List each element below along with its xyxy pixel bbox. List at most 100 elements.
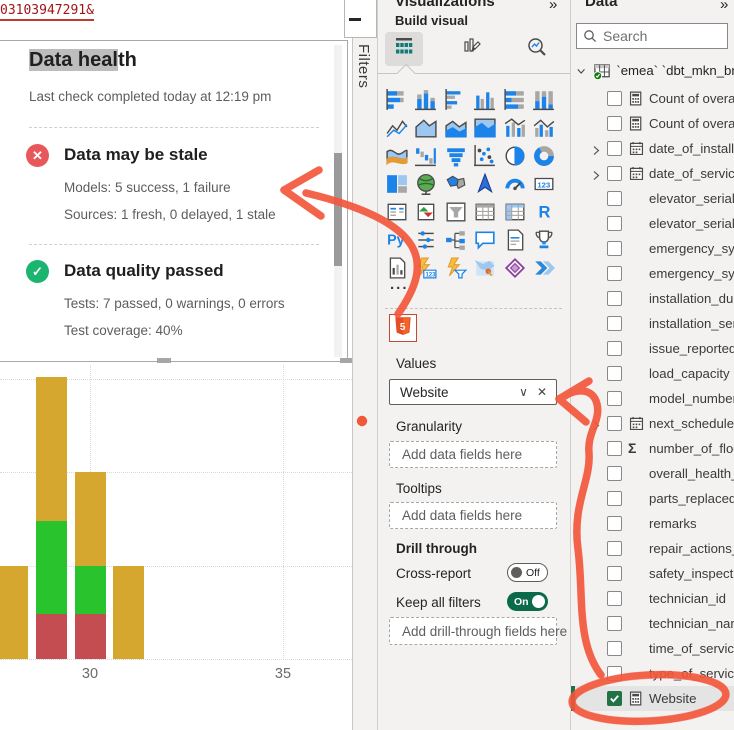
search-box[interactable] [576,23,728,49]
field-row-technician-name[interactable]: technician_name [570,611,734,636]
visual-icon-100-stacked-bar-chart[interactable] [503,89,527,111]
visual-icon-matrix[interactable] [503,201,527,223]
field-checkbox[interactable] [607,166,622,181]
visual-icon-waterfall-chart[interactable] [414,145,438,167]
visual-icon-area-chart[interactable] [414,117,438,139]
field-row-overall-health-c[interactable]: overall_health_c.. [570,461,734,486]
tree-root-row[interactable]: `emea` `dbt_mkn_bron.. [570,58,734,83]
field-row-next-scheduled[interactable]: next_scheduled.. [570,411,734,436]
field-checkbox[interactable] [607,141,622,156]
field-checkbox[interactable] [607,341,622,356]
chevron-down-icon[interactable]: ∨ [519,385,528,399]
visual-icon-azure-map[interactable] [473,173,497,195]
visual-icon-ribbon-chart[interactable] [385,145,409,167]
tooltips-field-well[interactable]: Add data fields here [389,502,557,529]
visual-icon-line-stacked-column-combo[interactable] [503,117,527,139]
field-checkbox[interactable] [607,366,622,381]
bar-segment-top-gold[interactable] [36,377,67,521]
field-checkbox[interactable] [607,516,622,531]
field-row-safety-inspectio[interactable]: safety_inspectio.. [570,561,734,586]
visual-icon-line-chart[interactable] [385,117,409,139]
visual-icon-100-stacked-area-chart[interactable] [473,117,497,139]
visual-icon-line-clustered-column-combo[interactable] [532,117,556,139]
field-row-remarks[interactable]: remarks [570,511,734,536]
field-row-website[interactable]: Website [570,686,734,711]
visual-icon-donut-chart[interactable] [532,145,556,167]
visual-icon-map[interactable] [414,173,438,195]
field-row-elevator-serial[interactable]: elevator_serial_.. [570,186,734,211]
field-row-date-of-service[interactable]: date_of_service [570,161,734,186]
visual-icon-treemap[interactable] [385,173,409,195]
field-row-time-of-service[interactable]: time_of_service [570,636,734,661]
field-row-emergency-syst[interactable]: emergency_syst.. [570,261,734,286]
visual-icon-r-script-visual[interactable]: R [532,201,556,223]
bar-segment-bottom-red[interactable] [36,614,67,659]
bar-segment-middle-green[interactable] [36,521,67,615]
visual-icon-quick-measure-123[interactable]: 123 [414,257,438,279]
bar-segment-top-gold[interactable] [75,472,106,566]
field-checkbox[interactable] [607,416,622,431]
visual-icon-scatter-chart[interactable] [473,145,497,167]
visual-icon-power-automate[interactable] [532,257,556,279]
visual-icon-power-apps[interactable] [503,257,527,279]
field-checkbox[interactable] [607,466,622,481]
field-row-type-of-service[interactable]: type_of_service [570,661,734,686]
visual-icon-metrics[interactable] [532,229,556,251]
field-checkbox[interactable] [607,191,622,206]
bar-segment-top-gold[interactable] [113,566,144,660]
field-checkbox[interactable] [607,116,622,131]
visual-icon-multi-row-card[interactable] [385,201,409,223]
field-checkbox[interactable] [607,266,622,281]
visual-icon-pie-chart[interactable] [503,145,527,167]
field-checkbox[interactable] [607,241,622,256]
field-row-count-of-overal[interactable]: Count of overal.. [570,111,734,136]
values-field-pill[interactable]: Website ∨ ✕ [389,379,557,405]
field-row-installation-dur[interactable]: installation_dur.. [570,286,734,311]
visual-icon-q-and-a[interactable] [473,229,497,251]
chevron-right-icon[interactable] [592,168,600,186]
cross-report-toggle[interactable]: Off [507,563,548,582]
field-checkbox[interactable] [607,441,622,456]
chevron-right-icon[interactable] [592,143,600,161]
stacked-column-chart-visual[interactable]: 3035 [0,365,352,705]
visual-icon-card[interactable]: 123 [532,173,556,195]
chevron-right-icon[interactable] [592,418,600,436]
granularity-field-well[interactable]: Add data fields here [389,441,557,468]
collapse-pane-icon[interactable]: » [720,0,728,13]
visual-icon-filled-map[interactable] [444,173,468,195]
field-checkbox[interactable] [607,641,622,656]
visual-icon-smart-narrative[interactable] [503,229,527,251]
visual-icon-clustered-bar-chart[interactable] [444,89,468,111]
visual-resize-handle[interactable] [157,358,171,363]
field-checkbox[interactable] [607,391,622,406]
field-row-number-of-floo[interactable]: Σnumber_of_floo.. [570,436,734,461]
field-row-parts-replaced[interactable]: parts_replaced [570,486,734,511]
field-checkbox[interactable] [607,491,622,506]
field-checkbox[interactable] [607,666,622,681]
field-row-model-number[interactable]: model_number [570,386,734,411]
field-row-installation-serv[interactable]: installation_serv.. [570,311,734,336]
remove-field-icon[interactable]: ✕ [537,385,547,399]
field-row-issue-reported[interactable]: issue_reported [570,336,734,361]
field-checkbox[interactable] [607,591,622,606]
search-input[interactable] [601,27,727,45]
visual-icon-kpi[interactable] [414,201,438,223]
field-checkbox[interactable] [607,216,622,231]
visual-icon-quick-filter[interactable] [444,257,468,279]
field-checkbox[interactable] [607,566,622,581]
visual-icon-stacked-column-chart[interactable] [414,89,438,111]
field-checkbox[interactable] [607,691,622,706]
visual-icon-clustered-column-chart[interactable] [473,89,497,111]
visual-icon-100-stacked-column-chart[interactable] [532,89,556,111]
field-row-emergency-syst[interactable]: emergency_syst.. [570,236,734,261]
bar-segment-middle-green[interactable] [75,566,106,615]
bar-segment-top-gold[interactable] [0,566,28,660]
visual-icon-stacked-area-chart[interactable] [444,117,468,139]
bar-segment-bottom-red[interactable] [75,614,106,659]
field-checkbox[interactable] [607,291,622,306]
keep-all-filters-toggle[interactable]: On [507,592,548,611]
field-checkbox[interactable] [607,541,622,556]
field-row-elevator-serial[interactable]: elevator_serial_.. [570,211,734,236]
get-more-visuals-button[interactable]: ... [390,276,409,293]
field-row-technician-id[interactable]: technician_id [570,586,734,611]
